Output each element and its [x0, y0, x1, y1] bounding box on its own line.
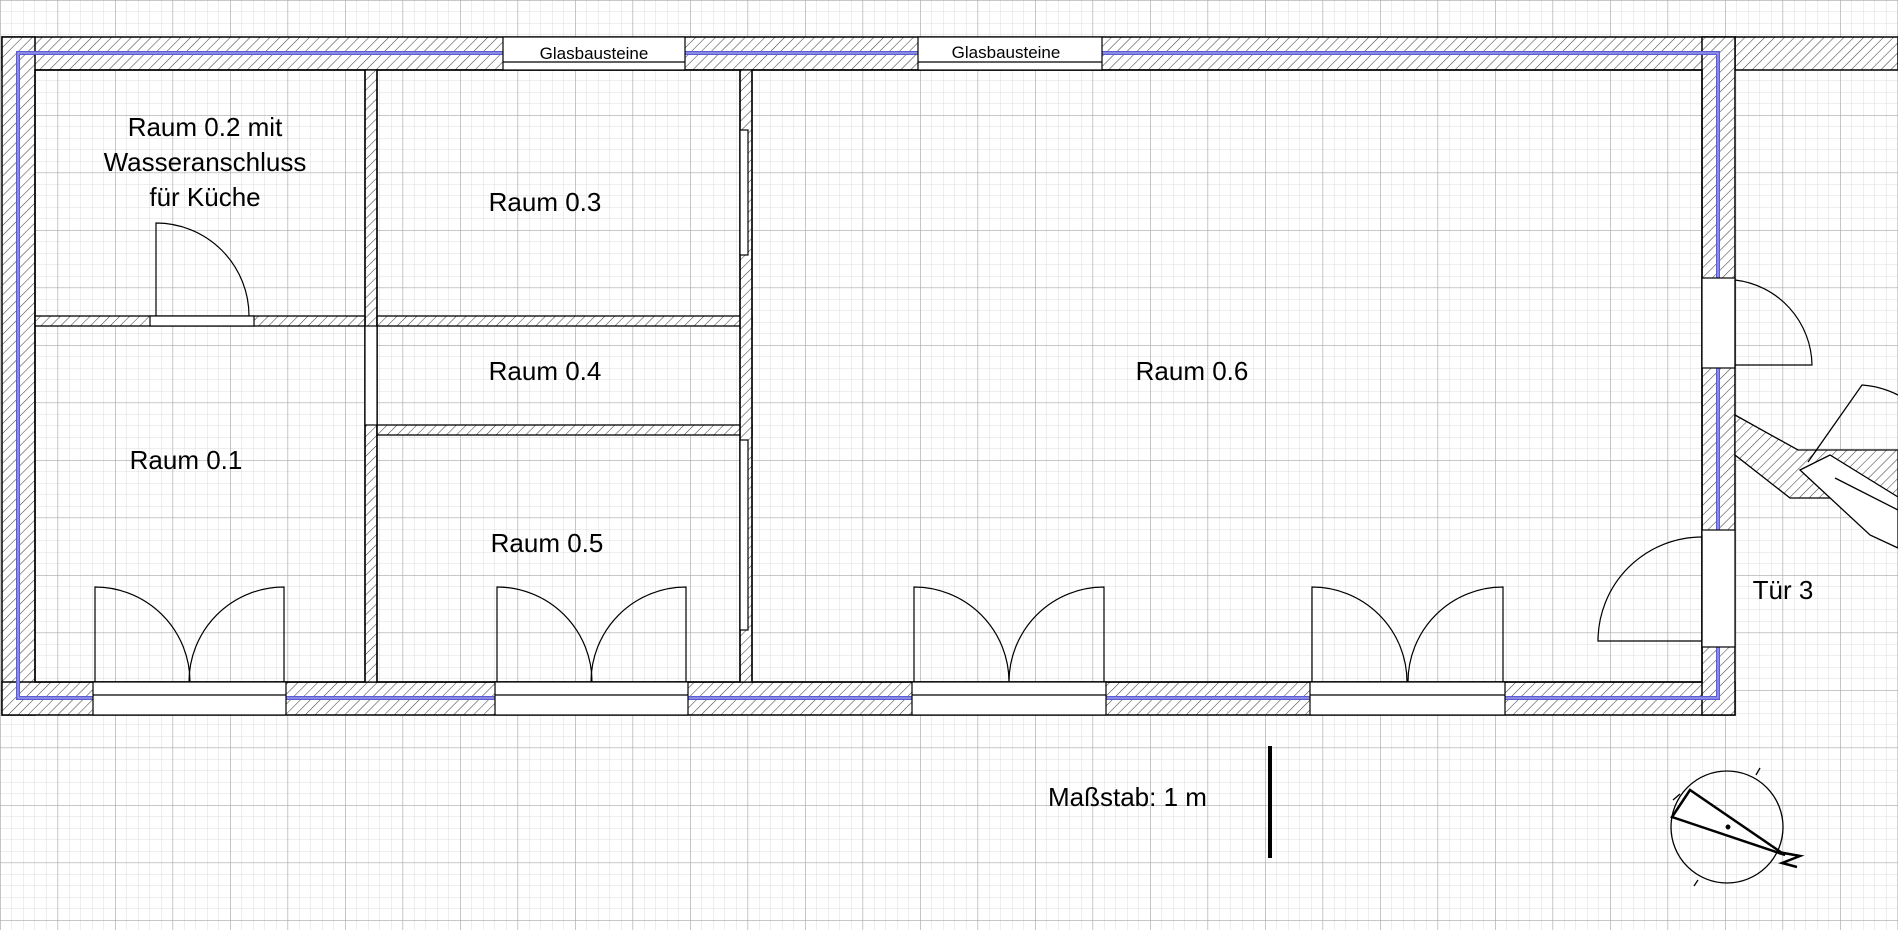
- grid-background: [0, 0, 1898, 930]
- scale-label: Maßstab: 1 m: [1048, 782, 1207, 812]
- room-label-0-5: Raum 0.5: [491, 528, 604, 558]
- room-label-0-1: Raum 0.1: [130, 445, 243, 475]
- room-label-0-2-line2: Wasseranschluss: [104, 147, 307, 177]
- door-3-label: Tür 3: [1753, 575, 1814, 605]
- room-label-0-2-line3: für Küche: [149, 182, 260, 212]
- room-label-0-2-line1: Raum 0.2 mit: [128, 112, 283, 142]
- glass-window-left-label: Glasbausteine: [540, 44, 649, 63]
- glass-window-right-label: Glasbausteine: [952, 43, 1061, 62]
- floor-plan: Glasbausteine Glasbausteine Raum 0.2 mit…: [0, 0, 1898, 930]
- room-label-0-6: Raum 0.6: [1136, 356, 1249, 386]
- room-label-0-4: Raum 0.4: [489, 356, 602, 386]
- room-label-0-3: Raum 0.3: [489, 187, 602, 217]
